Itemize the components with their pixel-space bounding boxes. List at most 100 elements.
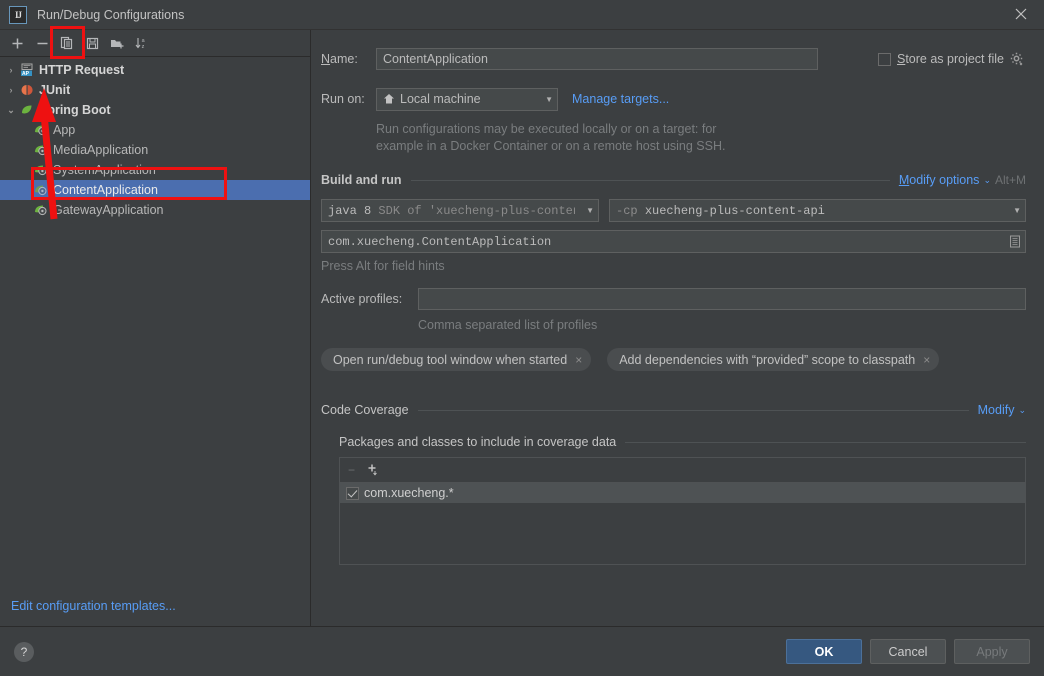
build-and-run-title: Build and run [321, 173, 402, 187]
cancel-button[interactable]: Cancel [870, 639, 946, 664]
svg-text:AP: AP [22, 71, 30, 77]
coverage-packages-title: Packages and classes to include in cover… [339, 435, 617, 449]
option-chips: Open run/debug tool window when started … [321, 348, 1026, 371]
build-and-run-fields: java 8 SDK of 'xuecheng-plus-content ▼ -… [321, 199, 1026, 222]
tree-item-label: HTTP Request [39, 63, 125, 77]
name-row: Name: Store as project file [321, 47, 1026, 71]
main-class-value: com.xuecheng.ContentApplication [328, 234, 552, 249]
ok-button[interactable]: OK [786, 639, 862, 664]
store-as-project-file-label: Store as project file [896, 52, 1004, 66]
code-coverage-section-header: Code Coverage Modify ⌄ [321, 403, 1026, 417]
title-bar: IJ Run/Debug Configurations [0, 0, 1044, 30]
add-package-button[interactable] [367, 463, 381, 477]
copy-configuration-button[interactable] [56, 32, 78, 54]
remove-package-button[interactable]: − [348, 463, 355, 477]
configurations-tree[interactable]: › AP HTTP Request › JUnit ⌄ Spring Boot … [0, 57, 310, 586]
tree-item-systemapplication[interactable]: SystemApplication [0, 160, 310, 180]
active-profiles-label: Active profiles: [321, 292, 403, 306]
run-on-hint: Run configurations may be executed local… [376, 121, 1026, 155]
section-divider [410, 179, 890, 181]
apply-button: Apply [954, 639, 1030, 664]
configuration-form: Name: Store as project file [311, 30, 1044, 626]
code-coverage-actions: Modify ⌄ [978, 403, 1026, 417]
configurations-pane: a z › AP HTTP Request › JUnit ⌄ Spring B… [0, 30, 311, 626]
spring-boot-icon [18, 102, 36, 118]
coverage-package-checkbox[interactable] [346, 486, 359, 500]
sdk-combo[interactable]: java 8 SDK of 'xuecheng-plus-content ▼ [321, 199, 599, 222]
coverage-package-row[interactable]: com.xuecheng.* [340, 483, 1025, 503]
dialog-body: a z › AP HTTP Request › JUnit ⌄ Spring B… [0, 30, 1044, 626]
spring-config-icon [32, 122, 50, 138]
run-on-hint-line-1: Run configurations may be executed local… [376, 122, 717, 136]
store-as-project-file-group[interactable]: Store as project file [877, 52, 1026, 66]
chip-open-run-debug-tool-window[interactable]: Open run/debug tool window when started … [321, 348, 592, 371]
coverage-package-label: com.xuecheng.* [364, 486, 454, 500]
chip-label: Open run/debug tool window when started [333, 352, 568, 367]
modify-options-link[interactable]: Modify options [899, 173, 980, 187]
tree-item-label: MediaApplication [53, 143, 149, 157]
help-button[interactable]: ? [14, 641, 34, 662]
edit-configuration-templates-link[interactable]: Edit configuration templates... [0, 586, 310, 626]
intellij-idea-icon: IJ [9, 5, 27, 24]
chevron-right-icon[interactable]: › [4, 65, 18, 75]
store-as-project-file-checkbox[interactable] [877, 52, 891, 66]
gear-icon[interactable] [1010, 52, 1024, 66]
manage-targets-link[interactable]: Manage targets... [572, 92, 669, 106]
coverage-packages-toolbar: − [340, 458, 1025, 483]
tree-item-contentapplication[interactable]: ContentApplication [0, 180, 310, 200]
active-profiles-input[interactable] [418, 288, 1026, 310]
run-on-label: Run on: [321, 92, 365, 106]
classpath-value: -cp xuecheng-plus-content-api [616, 203, 825, 218]
chevron-down-icon[interactable]: ▼ [539, 95, 553, 104]
field-hints-text: Press Alt for field hints [321, 259, 445, 273]
classpath-module-combo[interactable]: -cp xuecheng-plus-content-api ▼ [609, 199, 1026, 222]
chevron-down-icon[interactable]: ⌄ [1018, 405, 1026, 416]
tree-item-junit[interactable]: › JUnit [0, 80, 310, 100]
coverage-modify-link[interactable]: Modify [978, 403, 1015, 417]
tree-item-gatewayapplication[interactable]: GatewayApplication [0, 200, 310, 220]
browse-class-icon[interactable] [1009, 235, 1021, 248]
chevron-down-icon[interactable]: ⌄ [983, 175, 991, 186]
run-on-value: Local machine [400, 92, 481, 106]
configuration-editor-pane: Name: Store as project file [311, 30, 1044, 626]
main-class-input[interactable]: com.xuecheng.ContentApplication [321, 230, 1026, 253]
sdk-value: java 8 SDK of 'xuecheng-plus-content [328, 203, 576, 218]
tree-item-app[interactable]: App [0, 120, 310, 140]
tree-item-http-request[interactable]: › AP HTTP Request [0, 60, 310, 80]
name-input[interactable] [376, 48, 818, 70]
sort-configurations-button[interactable]: a z [131, 32, 153, 54]
svg-text:z: z [142, 44, 145, 50]
section-divider [417, 409, 969, 411]
chevron-right-icon[interactable]: › [4, 85, 18, 95]
run-on-combo[interactable]: Local machine ▼ [376, 87, 558, 111]
close-icon[interactable]: × [575, 353, 582, 367]
code-coverage-title: Code Coverage [321, 403, 409, 417]
coverage-packages-subheader: Packages and classes to include in cover… [339, 435, 1026, 449]
section-divider [625, 441, 1026, 443]
name-label: Name: [321, 52, 358, 66]
tree-item-spring-boot[interactable]: ⌄ Spring Boot [0, 100, 310, 120]
http-request-icon: AP [18, 62, 36, 78]
add-configuration-button[interactable] [6, 32, 28, 54]
chevron-down-icon[interactable]: ▼ [580, 206, 594, 215]
save-configuration-button[interactable] [81, 32, 103, 54]
spring-config-icon [32, 182, 50, 198]
chevron-down-icon[interactable]: ⌄ [4, 105, 18, 116]
build-and-run-section-header: Build and run Modify options ⌄ Alt+M [321, 173, 1026, 187]
chip-add-provided-dependencies[interactable]: Add dependencies with “provided” scope t… [607, 348, 940, 371]
spring-config-icon [32, 162, 50, 178]
chevron-down-icon[interactable]: ▼ [1007, 206, 1021, 215]
junit-icon [18, 82, 36, 98]
tree-item-label: GatewayApplication [53, 203, 164, 217]
tree-item-label: SystemApplication [53, 163, 156, 177]
run-debug-configurations-dialog: IJ Run/Debug Configurations a z › AP HTT… [0, 0, 1044, 676]
close-icon[interactable] [998, 0, 1044, 28]
window-title: Run/Debug Configurations [37, 7, 185, 22]
spring-config-icon [32, 142, 50, 158]
run-on-row: Run on: Local machine ▼ Manage targets..… [321, 87, 1026, 111]
tree-item-mediaapplication[interactable]: MediaApplication [0, 140, 310, 160]
spring-config-icon [32, 202, 50, 218]
remove-configuration-button[interactable] [31, 32, 53, 54]
close-icon[interactable]: × [923, 353, 930, 367]
move-into-folder-button[interactable] [106, 32, 128, 54]
